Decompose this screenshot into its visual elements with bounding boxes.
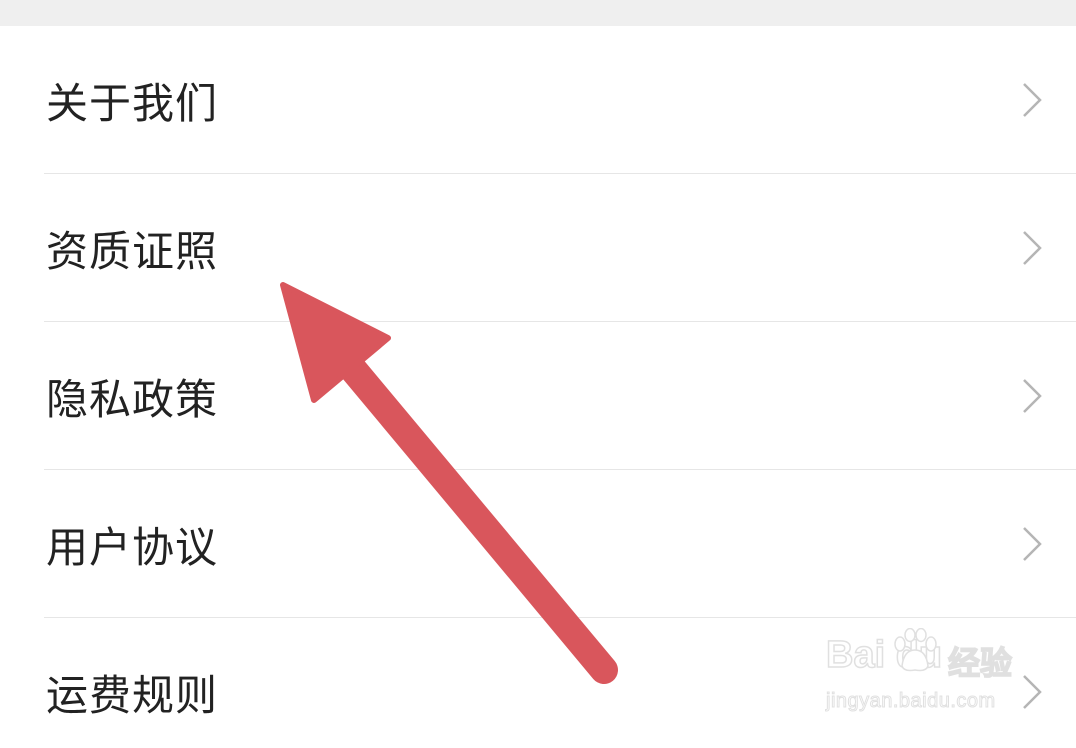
menu-item-qualification-certificates[interactable]: 资质证照: [0, 174, 1076, 322]
menu-item-label: 关于我们: [46, 78, 219, 128]
top-separator-bar: [0, 0, 1076, 26]
menu-item-label: 隐私政策: [46, 374, 219, 424]
watermark-product: 经验: [947, 643, 1013, 683]
menu-item-about-us[interactable]: 关于我们: [0, 26, 1076, 174]
menu-item-privacy-policy[interactable]: 隐私政策: [0, 322, 1076, 470]
settings-screen: 关于我们 资质证照 隐私政策 用户协议 运费规则 Bai du 经验 jingy…: [0, 0, 1076, 748]
chevron-right-icon: [1023, 83, 1042, 117]
baidu-jingyan-watermark: Bai du 经验 jingyan.baidu.com: [825, 628, 1026, 722]
menu-item-label: 资质证照: [46, 226, 219, 276]
menu-item-label: 用户协议: [46, 522, 219, 572]
chevron-right-icon: [1023, 527, 1042, 561]
paw-logo-icon: [894, 628, 937, 672]
chevron-right-icon: [1023, 379, 1042, 413]
watermark-url: jingyan.baidu.com: [826, 690, 996, 713]
menu-item-user-agreement[interactable]: 用户协议: [0, 470, 1076, 618]
chevron-right-icon: [1023, 231, 1042, 265]
menu-item-label: 运费规则: [46, 670, 219, 720]
